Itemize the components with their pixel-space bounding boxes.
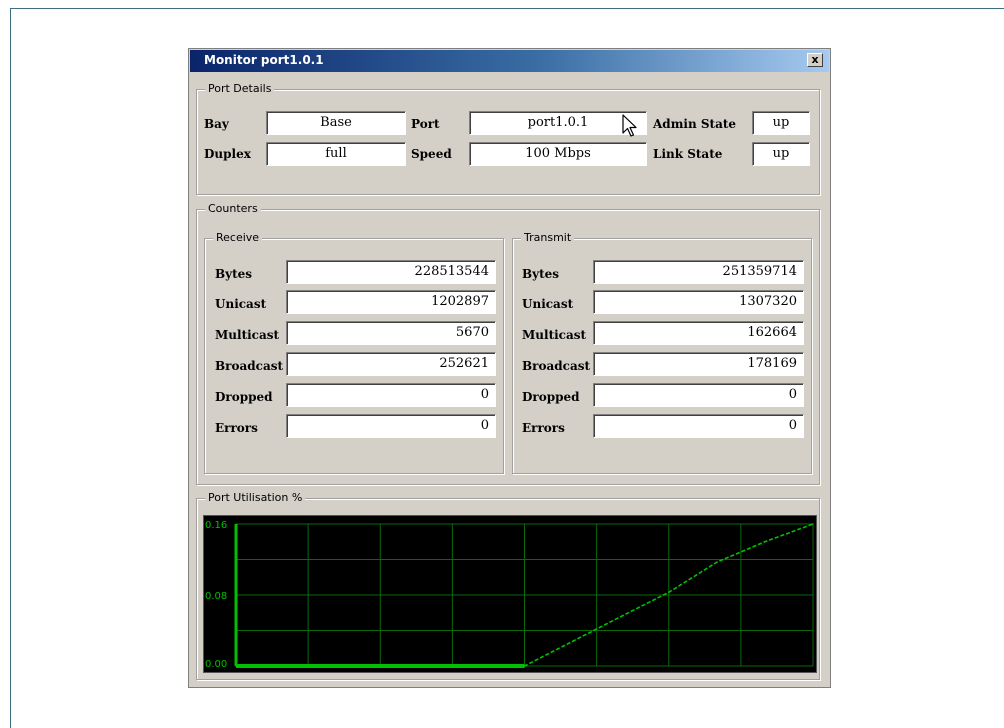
mouse-cursor-icon <box>622 114 637 137</box>
port-details-label: Port Details <box>205 82 275 95</box>
receive-dropped-label: Dropped <box>215 390 273 404</box>
receive-label: Receive <box>213 231 263 244</box>
receive-unicast-field[interactable]: 1202897 <box>286 290 496 314</box>
admin-state-field[interactable]: up <box>752 111 810 135</box>
series-point <box>812 523 814 525</box>
utilisation-label: Port Utilisation % <box>205 491 306 504</box>
series-point <box>716 561 718 563</box>
receive-broadcast-label: Broadcast <box>215 359 284 373</box>
series-point <box>427 665 430 667</box>
utilisation-chart-svg: 0.16 0.08 0.00 <box>205 520 814 670</box>
transmit-broadcast-label: Broadcast <box>522 359 591 373</box>
transmit-unicast-field[interactable]: 1307320 <box>593 290 804 314</box>
transmit-label: Transmit <box>521 231 575 244</box>
bay-label: Bay <box>204 117 229 131</box>
receive-multicast-label: Multicast <box>215 328 280 342</box>
y-tick-label: 0.08 <box>205 591 227 602</box>
receive-errors-field[interactable]: 0 <box>286 414 496 438</box>
receive-multicast-field[interactable]: 5670 <box>286 321 496 345</box>
close-button[interactable]: x <box>807 53 823 67</box>
y-tick-label: 0.16 <box>205 520 227 531</box>
series-point <box>475 665 478 667</box>
transmit-bytes-label: Bytes <box>522 267 560 281</box>
transmit-dropped-field[interactable]: 0 <box>593 383 804 407</box>
speed-field[interactable]: 100 Mbps <box>469 142 647 166</box>
series-point <box>331 665 333 667</box>
series-point <box>235 665 237 667</box>
series-point <box>379 665 382 667</box>
port-field[interactable]: port1.0.1 <box>469 111 647 135</box>
receive-unicast-label: Unicast <box>215 297 267 311</box>
series-point <box>571 640 574 643</box>
title-bar[interactable]: Monitor port1.0.1 x <box>190 50 829 72</box>
bay-field[interactable]: Base <box>266 111 406 135</box>
speed-label: Speed <box>411 147 452 161</box>
series-point <box>667 591 670 594</box>
transmit-unicast-label: Unicast <box>522 297 574 311</box>
series-point <box>283 665 285 667</box>
receive-dropped-field[interactable]: 0 <box>286 383 496 407</box>
receive-bytes-field[interactable]: 228513544 <box>286 260 496 284</box>
duplex-field[interactable]: full <box>266 142 406 166</box>
series-point <box>523 665 526 667</box>
admin-state-label: Admin State <box>653 117 737 131</box>
receive-errors-label: Errors <box>215 421 258 435</box>
receive-bytes-label: Bytes <box>215 267 253 281</box>
counters-label: Counters <box>205 202 261 215</box>
window-title: Monitor port1.0.1 <box>204 53 324 67</box>
port-label: Port <box>411 117 440 131</box>
link-state-field[interactable]: up <box>752 142 810 166</box>
transmit-dropped-label: Dropped <box>522 390 580 404</box>
close-icon: x <box>811 53 819 66</box>
transmit-bytes-field[interactable]: 251359714 <box>593 260 804 284</box>
y-tick-label: 0.00 <box>205 659 227 670</box>
series-point <box>619 615 622 618</box>
duplex-label: Duplex <box>204 147 251 161</box>
transmit-multicast-label: Multicast <box>522 328 587 342</box>
transmit-errors-label: Errors <box>522 421 565 435</box>
receive-broadcast-field[interactable]: 252621 <box>286 352 496 376</box>
transmit-errors-field[interactable]: 0 <box>593 414 804 438</box>
link-state-label: Link State <box>653 147 723 161</box>
series-point <box>764 540 766 543</box>
transmit-multicast-field[interactable]: 162664 <box>593 321 804 345</box>
utilisation-chart: 0.16 0.08 0.00 <box>203 515 817 673</box>
transmit-broadcast-field[interactable]: 178169 <box>593 352 804 376</box>
